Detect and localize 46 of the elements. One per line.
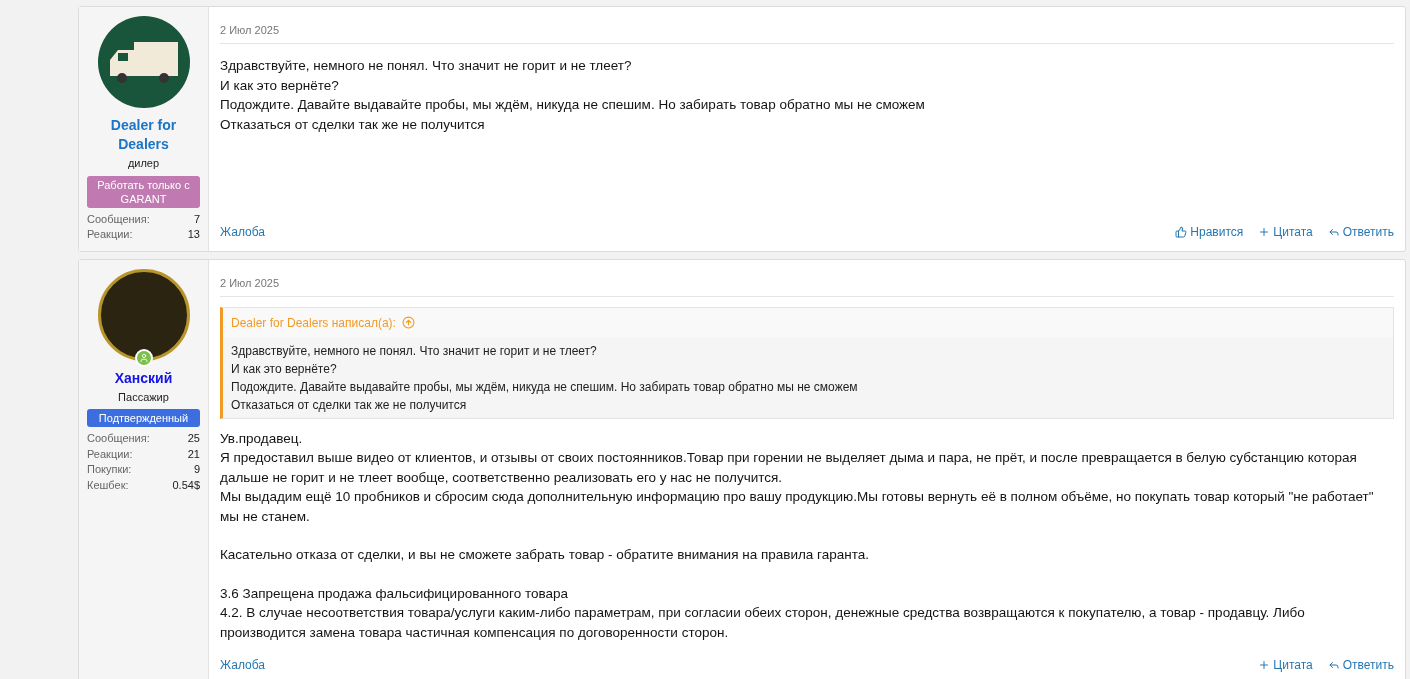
- message-line: Здравствуйте, немного не понял. Что значит не горит и не тлеет?: [220, 57, 633, 75]
- report-link[interactable]: Жалоба: [220, 222, 265, 241]
- stat-value: 25: [187, 431, 200, 446]
- message-line: Я предоставил выше видео от клиентов, и отзывы от своих постоянников.Товар при горении не выделяет дыма и пара, не прёт, и после превращается в белую субстанцию которая дальше не горит и не тлеет вообще, соответственно реализовать его у нас не получится.: [220, 449, 1358, 487]
- quote-line: И как это вернёте?: [231, 360, 338, 378]
- stat-label: Сообщения:: [87, 211, 150, 227]
- thumbs-up-icon: [1175, 225, 1188, 238]
- reply-link[interactable]: Ответить: [1327, 222, 1394, 241]
- message-line: 4.2. В случае несоответствия товара/услуги каким-либо параметрам, при согласии обеих сторон, денежные средства возвращаются к покупателю, а товар - продавцу. Либо производится замена товара частичная компенсация по договоренности сторон.: [220, 604, 1306, 642]
- quote-line: Отказаться от сделки так же не получится: [231, 396, 468, 414]
- jump-up-icon[interactable]: [401, 316, 415, 329]
- user-banner: Подтвержденный: [87, 409, 200, 427]
- username-link[interactable]: Dealer for Dealers: [87, 116, 200, 154]
- post-date[interactable]: 2 Июл 2025: [220, 24, 280, 36]
- username-link[interactable]: Ханский: [87, 368, 200, 388]
- plus-icon: [1258, 225, 1271, 238]
- stat-value: 13: [187, 227, 200, 242]
- report-link[interactable]: Жалоба: [220, 656, 265, 674]
- plus-icon: [1258, 659, 1271, 671]
- quote-line: Здравствуйте, немного не понял. Что значит не горит и не тлеет?: [231, 342, 598, 360]
- quote-line: Подождите. Давайте выдавайте пробы, мы ждём, никуда не спешим. Но забирать товар обратно мы не сможем: [231, 378, 859, 396]
- message-line: Ув.продавец.: [220, 429, 304, 448]
- message-line: 3.6 Запрещена продажа фальсифицированного товара: [220, 584, 570, 603]
- quote-link[interactable]: Цитата: [1258, 222, 1313, 241]
- reply-link[interactable]: Ответить: [1327, 656, 1394, 674]
- stat-value: 21: [187, 446, 200, 462]
- stat-value: 0.54$: [172, 477, 200, 493]
- message-line: Мы выдадим ещё 10 пробников и сбросим сюда дополнительную информацию про вашу продукцию.Мы готовы вернуть её в полном объёме, но покупать товар который "не работает" мы не станем.: [220, 488, 1375, 526]
- quote-link[interactable]: Цитата: [1258, 656, 1313, 674]
- message-line: Касательно отказа от сделки, и вы не сможете забрать товар - обратите внимания на правила гаранта.: [220, 546, 870, 564]
- stat-value: 7: [193, 211, 200, 227]
- stat-label: Реакции:: [87, 446, 133, 462]
- user-banner: Работать только с GARANT: [87, 175, 200, 208]
- post-date[interactable]: 2 Июл 2025: [220, 276, 280, 289]
- message-line: Отказаться от сделки так же не получится: [220, 115, 486, 134]
- user-title: Пассажир: [117, 389, 170, 405]
- like-link[interactable]: Нравится: [1175, 222, 1244, 241]
- reply-arrow-icon: [1327, 659, 1340, 671]
- stat-label: Сообщения:: [87, 431, 150, 446]
- stat-label: Кешбек:: [87, 477, 129, 493]
- stat-label: Реакции:: [87, 227, 133, 242]
- stat-label: Покупки:: [87, 462, 132, 477]
- user-title: дилер: [126, 156, 161, 171]
- message-line: И как это вернёте?: [220, 76, 340, 95]
- message-line: Подождите. Давайте выдавайте пробы, мы ждём, никуда не спешим. Но забирать товар обратно мы не сможем: [220, 96, 926, 114]
- stat-value: 9: [193, 462, 200, 477]
